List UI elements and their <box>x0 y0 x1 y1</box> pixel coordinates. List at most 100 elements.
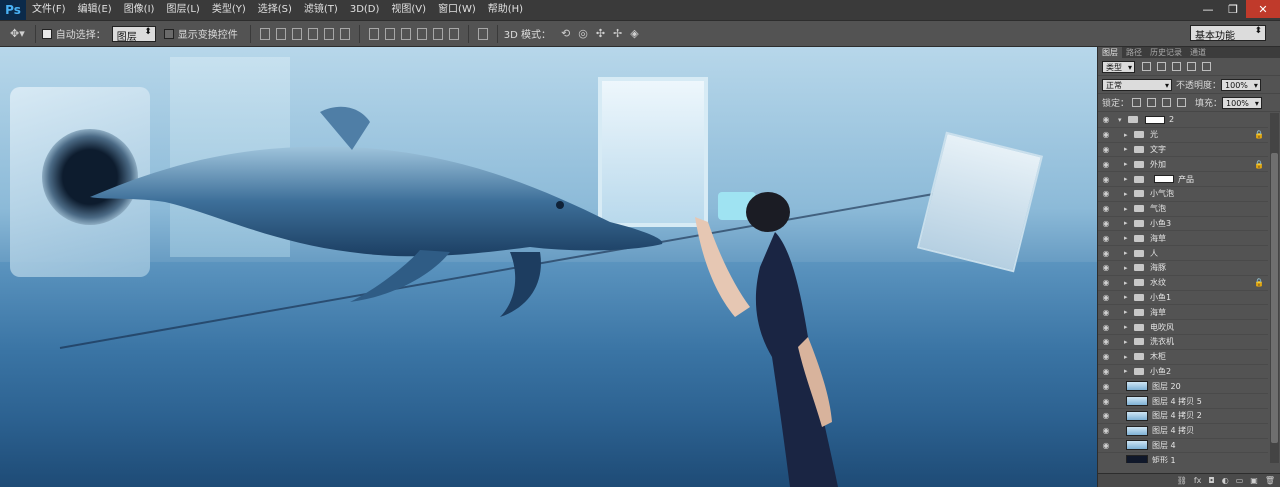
document-canvas[interactable] <box>0 47 1097 487</box>
expand-arrow-icon[interactable]: ▸ <box>1124 190 1132 198</box>
layer-row[interactable]: ◉ ▸ 文字 <box>1098 143 1268 158</box>
scroll-thumb[interactable] <box>1271 153 1278 443</box>
layer-row[interactable]: ◉ 图层 4 拷贝 <box>1098 424 1268 439</box>
minimize-button[interactable]: — <box>1196 0 1220 18</box>
eye-icon[interactable]: ◉ <box>1098 249 1114 258</box>
lock-move-icon[interactable] <box>1162 98 1172 107</box>
layer-row[interactable]: ◉ 图层 4 拷贝 5 <box>1098 394 1268 409</box>
expand-arrow-icon[interactable]: ▾ <box>1118 116 1126 124</box>
menu-item[interactable]: 选择(S) <box>252 0 298 20</box>
lock-all-icon[interactable] <box>1177 98 1187 107</box>
expand-arrow-icon[interactable]: ▸ <box>1124 160 1132 168</box>
align-left-icon[interactable] <box>307 27 318 40</box>
distribute-left-icon[interactable] <box>416 27 427 40</box>
eye-icon[interactable]: ◉ <box>1098 145 1114 154</box>
layer-row[interactable]: ◉ ▸ 海草 <box>1098 231 1268 247</box>
fx-icon[interactable]: fx <box>1194 476 1202 485</box>
align-top-icon[interactable] <box>259 27 270 40</box>
layer-row[interactable]: ◉ ▸ 产品 <box>1098 172 1268 187</box>
eye-icon[interactable]: ◉ <box>1098 367 1114 376</box>
distribute-top-icon[interactable] <box>368 27 379 40</box>
scale-3d-icon[interactable]: ◈ <box>630 27 638 40</box>
eye-icon[interactable]: ◉ <box>1098 175 1114 184</box>
close-button[interactable]: ✕ <box>1246 0 1280 18</box>
eye-icon[interactable]: ◉ <box>1098 189 1114 198</box>
eye-icon[interactable]: ◉ <box>1098 263 1114 272</box>
layer-row[interactable]: ◉ ▸ 电吹风 <box>1098 320 1268 335</box>
eye-icon[interactable]: ◉ <box>1098 411 1114 420</box>
expand-arrow-icon[interactable]: ▸ <box>1124 264 1132 272</box>
expand-arrow-icon[interactable]: ▸ <box>1124 279 1132 287</box>
menu-item[interactable]: 视图(V) <box>385 0 432 20</box>
layer-row[interactable]: ◉ ▸ 水纹 🔒 <box>1098 276 1268 291</box>
layer-row[interactable]: ◉ 图层 4 <box>1098 439 1268 454</box>
slide-3d-icon[interactable]: ✢ <box>613 27 622 40</box>
menu-item[interactable]: 图像(I) <box>118 0 161 20</box>
expand-arrow-icon[interactable]: ▸ <box>1124 353 1132 361</box>
drag-3d-icon[interactable]: ✣ <box>596 27 605 40</box>
layer-thumbnail[interactable] <box>1126 425 1148 436</box>
expand-arrow-icon[interactable]: ▸ <box>1124 219 1132 227</box>
eye-icon[interactable]: ◉ <box>1098 130 1114 139</box>
eye-icon[interactable]: ◉ <box>1098 441 1114 450</box>
menu-item[interactable]: 窗口(W) <box>432 0 482 20</box>
filter-adjustment-icon[interactable] <box>1157 62 1166 71</box>
expand-arrow-icon[interactable]: ▸ <box>1124 205 1132 213</box>
layer-row[interactable]: ◉ ▸ 人 <box>1098 246 1268 261</box>
eye-icon[interactable]: ◉ <box>1098 204 1114 213</box>
restore-button[interactable]: ❐ <box>1221 0 1245 18</box>
align-right-icon[interactable] <box>339 27 350 40</box>
folder-icon[interactable]: ▭ <box>1236 476 1244 485</box>
eye-icon[interactable]: ◉ <box>1098 308 1114 317</box>
filter-shape-icon[interactable] <box>1187 62 1196 71</box>
eye-icon[interactable]: ◉ <box>1098 337 1114 346</box>
eye-icon[interactable]: ◉ <box>1098 219 1114 228</box>
lock-paint-icon[interactable] <box>1147 98 1157 107</box>
mask-thumbnail[interactable] <box>1145 115 1165 124</box>
layer-row[interactable]: ◉ ▸ 外加 🔒 <box>1098 157 1268 173</box>
layer-row[interactable]: ◉ ▸ 小鱼1 <box>1098 291 1268 306</box>
distribute-right-icon[interactable] <box>448 27 459 40</box>
menu-item[interactable]: 文件(F) <box>26 0 72 20</box>
lock-transparent-icon[interactable] <box>1132 98 1142 107</box>
link-icon[interactable]: ⛓ <box>1177 476 1187 485</box>
layer-row[interactable]: ◉ ▸ 小气泡 <box>1098 187 1268 202</box>
filter-type-icon[interactable] <box>1172 62 1181 71</box>
layer-row[interactable]: ◉ 图层 4 拷贝 2 <box>1098 409 1268 424</box>
tab-layers[interactable]: 图层 <box>1098 47 1122 58</box>
expand-arrow-icon[interactable]: ▸ <box>1124 131 1132 139</box>
menu-item[interactable]: 编辑(E) <box>72 0 118 20</box>
layer-row[interactable]: ◉ ▸ 气泡 <box>1098 202 1268 217</box>
layer-row[interactable]: ◉ 图层 20 <box>1098 379 1268 395</box>
layer-thumbnail[interactable] <box>1126 455 1148 463</box>
eye-icon[interactable]: ◉ <box>1098 382 1114 391</box>
auto-align-icon[interactable] <box>477 27 488 40</box>
eye-icon[interactable]: ◉ <box>1098 293 1114 302</box>
expand-arrow-icon[interactable]: ▸ <box>1124 293 1132 301</box>
filter-smart-object-icon[interactable] <box>1202 62 1211 71</box>
trash-icon[interactable]: 🗑 <box>1265 476 1275 485</box>
layer-thumbnail[interactable] <box>1126 440 1148 451</box>
menu-item[interactable]: 类型(Y) <box>206 0 252 20</box>
new-layer-icon[interactable]: ▣ <box>1250 476 1258 485</box>
layer-thumbnail[interactable] <box>1126 381 1148 392</box>
move-tool-icon[interactable]: ✥▾ <box>10 27 25 40</box>
auto-select-dropdown[interactable]: 图层 <box>111 25 156 43</box>
layer-thumbnail[interactable] <box>1126 410 1148 421</box>
blend-mode-dropdown[interactable]: 正常 <box>1102 78 1172 91</box>
layer-row[interactable]: ◉ ▸ 光 🔒 <box>1098 128 1268 143</box>
distribute-vcenter-icon[interactable] <box>384 27 395 40</box>
align-vcenter-icon[interactable] <box>275 27 286 40</box>
expand-arrow-icon[interactable]: ▸ <box>1124 308 1132 316</box>
eye-icon[interactable]: ◉ <box>1098 323 1114 332</box>
menu-item[interactable]: 3D(D) <box>344 0 386 20</box>
layer-row[interactable]: ◉ ▾ 2 <box>1098 113 1268 128</box>
layer-row[interactable]: ◉ ▸ 海豚 <box>1098 261 1268 276</box>
filter-kind-dropdown[interactable]: 类型 <box>1102 60 1135 73</box>
tab-channels[interactable]: 通道 <box>1186 47 1210 58</box>
auto-select-checkbox[interactable] <box>41 28 52 39</box>
layer-row[interactable]: ◉ ▸ 小鱼3 <box>1098 217 1268 232</box>
expand-arrow-icon[interactable]: ▸ <box>1124 323 1132 331</box>
tab-paths[interactable]: 路径 <box>1122 47 1146 58</box>
filter-pixel-icon[interactable] <box>1142 62 1151 71</box>
